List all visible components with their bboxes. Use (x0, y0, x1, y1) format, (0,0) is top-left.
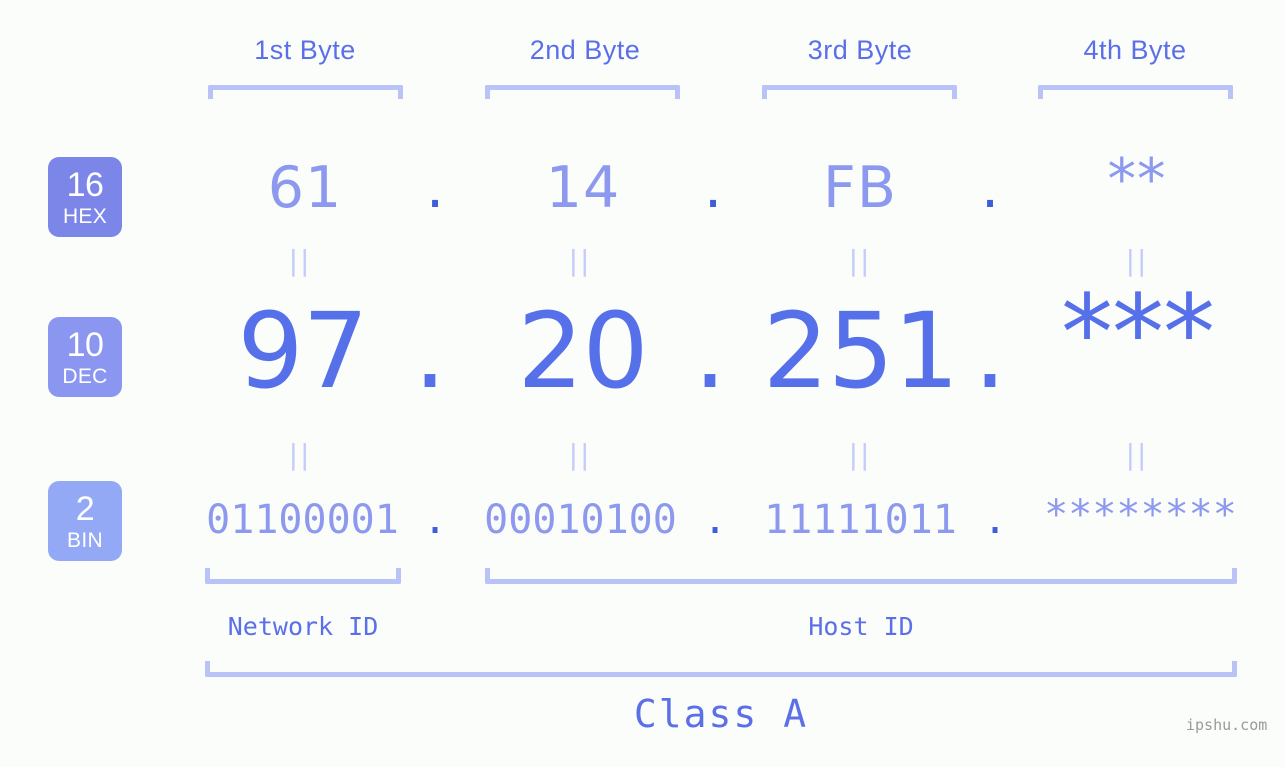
byte-bracket-3 (762, 85, 957, 99)
hex-byte-1: 61 (267, 155, 343, 221)
host-id-bracket (485, 568, 1237, 584)
hex-byte-4: ** (1107, 147, 1167, 213)
equals-mark-7: || (848, 438, 872, 471)
bin-separator-2: . (702, 497, 728, 543)
site-watermark: ipshu.com (1186, 716, 1268, 734)
byte-header-4: 4th Byte (1083, 35, 1187, 65)
bin-byte-2: 00010100 (484, 497, 677, 543)
dec-byte-4: *** (1061, 272, 1215, 394)
bin-byte-3: 11111011 (764, 497, 957, 543)
equals-mark-3: || (848, 244, 872, 277)
host-id-label: Host ID (808, 612, 914, 641)
equals-mark-2: || (568, 244, 592, 277)
equals-mark-8: || (1125, 438, 1149, 471)
hex-byte-2: 14 (545, 155, 621, 221)
byte-header-1: 1st Byte (254, 35, 356, 65)
bin-byte-1: 01100001 (206, 497, 399, 543)
base-badge-dec-name: DEC (62, 364, 108, 388)
base-badge-bin-name: BIN (67, 528, 103, 552)
byte-header-2: 2nd Byte (529, 35, 641, 65)
equals-mark-5: || (288, 438, 312, 471)
byte-bracket-1 (208, 85, 403, 99)
base-badge-dec: 10 DEC (48, 317, 122, 397)
base-badge-dec-number: 10 (66, 325, 104, 364)
base-badge-bin: 2 BIN (48, 481, 122, 561)
hex-separator-2: . (703, 155, 723, 221)
bin-separator-3: . (982, 497, 1008, 543)
base-badge-hex-number: 16 (66, 165, 104, 204)
base-badge-hex-name: HEX (62, 204, 108, 228)
class-bracket (205, 661, 1237, 677)
byte-bracket-4 (1038, 85, 1233, 99)
bin-separator-1: . (422, 497, 448, 543)
hex-separator-1: . (425, 155, 445, 221)
equals-mark-1: || (288, 244, 312, 277)
bin-byte-4: ******** (1044, 492, 1237, 538)
hex-byte-3: FB (823, 155, 897, 221)
network-id-label: Network ID (227, 612, 379, 641)
hex-separator-3: . (980, 155, 1000, 221)
ip-address-breakdown-diagram: 1st Byte 2nd Byte 3rd Byte 4th Byte 16 H… (0, 0, 1285, 767)
network-id-bracket (205, 568, 401, 584)
base-badge-bin-number: 2 (75, 489, 95, 528)
class-label: Class A (633, 692, 809, 736)
dec-byte-3: 251 (762, 290, 960, 412)
base-badge-hex: 16 HEX (48, 157, 122, 237)
byte-header-3: 3rd Byte (807, 35, 913, 65)
byte-bracket-2 (485, 85, 680, 99)
equals-mark-6: || (568, 438, 592, 471)
